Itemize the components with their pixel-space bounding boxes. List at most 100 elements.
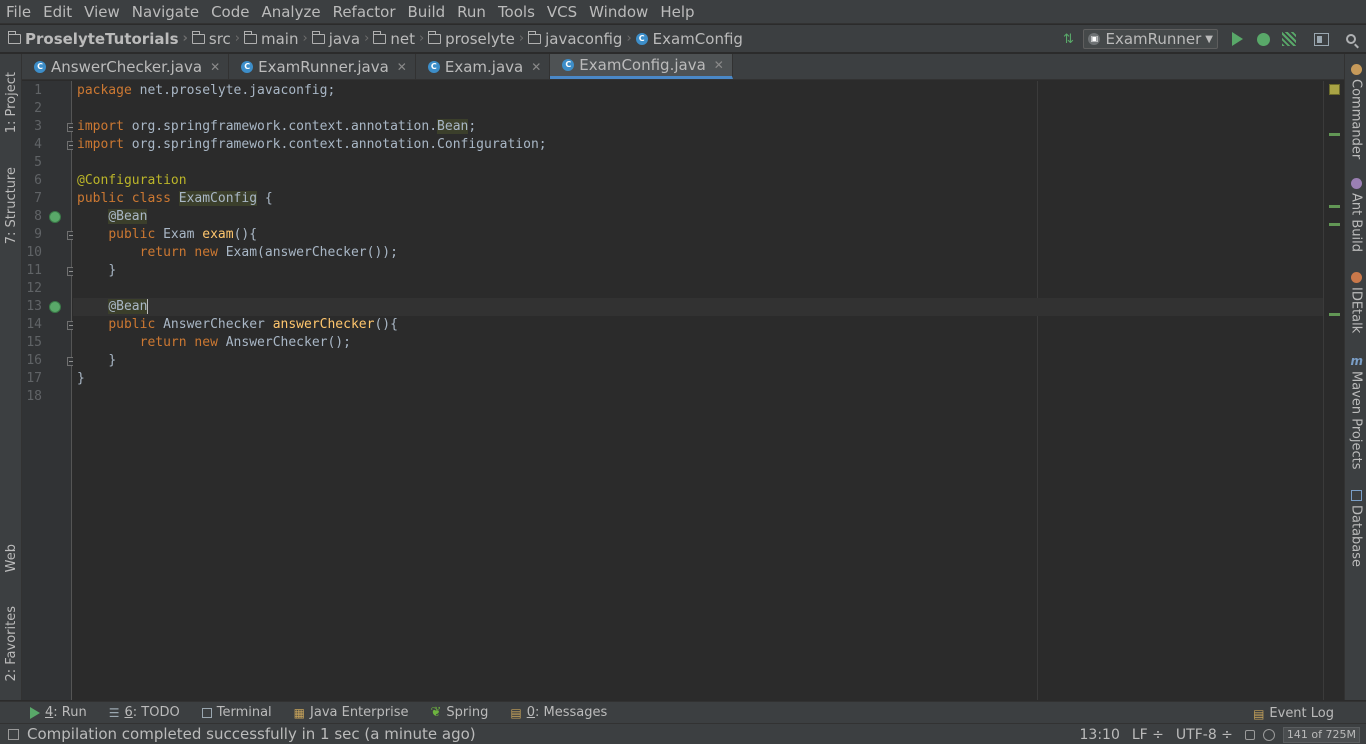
text-caret [147,299,149,314]
line-number: 10 [26,245,42,260]
tool-idetalk[interactable]: IDEtalk [1345,272,1366,333]
breadcrumb-separator: › [626,31,632,46]
menu-code[interactable]: Code [210,3,250,21]
close-icon[interactable]: ✕ [397,60,407,74]
spring-bean-gutter-icon[interactable] [49,301,61,313]
breadcrumb-net[interactable]: net › [373,30,428,48]
change-marker[interactable] [1329,223,1340,226]
menu-window[interactable]: Window [588,3,649,21]
tool-structure[interactable]: 7: Structure [0,158,22,254]
spring-bean-gutter-icon[interactable] [49,211,61,223]
line-number: 5 [34,155,42,170]
tool-ant-build[interactable]: Ant Build [1345,178,1366,252]
tool-commander[interactable]: Commander [1345,64,1366,159]
breadcrumb-main[interactable]: main › [244,30,312,48]
tool-messages[interactable]: ▤ 0: Messages [510,705,607,720]
breadcrumb-javaconfig[interactable]: javaconfig › [528,30,636,48]
class-icon: C [427,60,440,73]
breadcrumb-src[interactable]: src › [191,30,244,48]
menu-analyze[interactable]: Analyze [260,3,321,21]
code-line-6: @Configuration [77,173,187,188]
tab-answerchecker[interactable]: C AnswerChecker.java ✕ [22,54,230,79]
breadcrumb-file[interactable]: C ExamConfig [635,30,743,48]
change-marker[interactable] [1329,313,1340,316]
breadcrumb-separator: › [302,31,308,46]
error-stripe[interactable] [1323,81,1344,700]
run-icon [30,706,40,719]
tool-run[interactable]: 4: Run [30,705,87,720]
encoding-select[interactable]: UTF-8 ÷ [1176,727,1233,743]
tool-event-log[interactable]: ▤ Event Log [1253,706,1334,721]
line-number: 11 [26,263,42,278]
breadcrumb-project[interactable]: ProselyteTutorials › [8,30,192,48]
search-everywhere-button[interactable] [1340,28,1362,50]
menu-refactor[interactable]: Refactor [332,3,397,21]
class-icon: C [562,59,575,71]
project-folder-icon [8,30,21,44]
editor-gutter[interactable]: 1 2 3 4 5 6 7 8 9 10 11 12 13 14 15 16 1… [22,81,76,700]
line-number: 15 [26,335,42,350]
toggle-tool-windows-icon[interactable] [8,728,19,740]
breadcrumb-proselyte[interactable]: proselyte › [428,30,528,48]
folder-icon [244,30,257,44]
close-icon[interactable]: ✕ [210,60,220,74]
tool-spring[interactable]: ❦ Spring [430,705,488,720]
database-icon [1350,490,1362,501]
ant-icon [1350,178,1362,189]
close-icon[interactable]: ✕ [531,60,541,74]
close-icon[interactable]: ✕ [714,58,724,72]
package-icon [528,30,542,44]
menu-view[interactable]: View [83,3,121,21]
tab-examrunner[interactable]: C ExamRunner.java ✕ [229,54,416,79]
tool-web[interactable]: Web [0,534,22,582]
menu-navigate[interactable]: Navigate [131,3,200,21]
change-marker[interactable] [1329,205,1340,208]
menu-tools[interactable]: Tools [497,3,536,21]
inspection-status-icon[interactable] [1329,84,1340,95]
menu-edit[interactable]: Edit [42,3,73,21]
project-structure-icon [1313,32,1329,46]
tool-terminal[interactable]: Terminal [201,705,272,720]
line-number: 4 [34,137,42,152]
inspection-profile-icon[interactable] [1262,728,1275,741]
code-line-15: return new AnswerChecker(); [139,335,351,350]
todo-icon: ☰ [108,705,120,720]
menu-help[interactable]: Help [659,3,695,21]
tool-favorites[interactable]: 2: Favorites [0,598,22,690]
debug-button[interactable] [1252,28,1274,50]
run-toolbar: ⇅ ▣ ExamRunner ▼ [1057,25,1366,53]
status-message[interactable]: Compilation completed successfully in 1 … [27,725,476,743]
tool-java-enterprise[interactable]: ▦ Java Enterprise [294,705,409,720]
tab-examconfig[interactable]: C ExamConfig.java ✕ [550,54,733,79]
java-enterprise-icon: ▦ [293,705,306,720]
menu-vcs[interactable]: VCS [546,3,578,21]
code-line-9: public Exam exam(){ [108,227,258,242]
bottom-tool-bar: 4: Run ☰ 6: TODO Terminal ▦ Java Enterpr… [0,701,1366,723]
folder-icon [311,30,325,44]
search-icon [1346,34,1356,44]
vcs-update-icon[interactable]: ⇅ [1057,28,1079,50]
tool-todo[interactable]: ☰ 6: TODO [109,705,180,720]
menu-build[interactable]: Build [407,3,447,21]
tool-project[interactable]: 1: Project [0,60,22,146]
project-structure-button[interactable] [1310,28,1332,50]
change-marker[interactable] [1329,133,1340,136]
code-editor[interactable]: package net.proselyte.javaconfig; import… [73,81,1323,700]
tool-maven-projects[interactable]: m Maven Projects [1345,355,1366,470]
line-separator-select[interactable]: LF ÷ [1132,727,1164,743]
run-button[interactable] [1226,28,1248,50]
menu-file[interactable]: File [5,3,32,21]
line-number: 17 [26,371,42,386]
menu-run[interactable]: Run [456,3,487,21]
navigation-bar: ProselyteTutorials › src › main › java ›… [0,25,1366,53]
folder-icon [191,30,205,44]
memory-indicator[interactable]: 141 of 725M [1282,726,1360,743]
run-configuration-select[interactable]: ▣ ExamRunner ▼ [1083,29,1218,49]
breadcrumb-java[interactable]: java › [311,30,374,48]
tab-exam[interactable]: C Exam.java ✕ [416,54,551,79]
tool-database[interactable]: Database [1345,490,1366,567]
lock-icon[interactable] [1244,729,1255,740]
caret-position[interactable]: 13:10 [1080,727,1120,743]
coverage-button[interactable] [1278,28,1300,50]
commander-icon [1350,64,1362,75]
